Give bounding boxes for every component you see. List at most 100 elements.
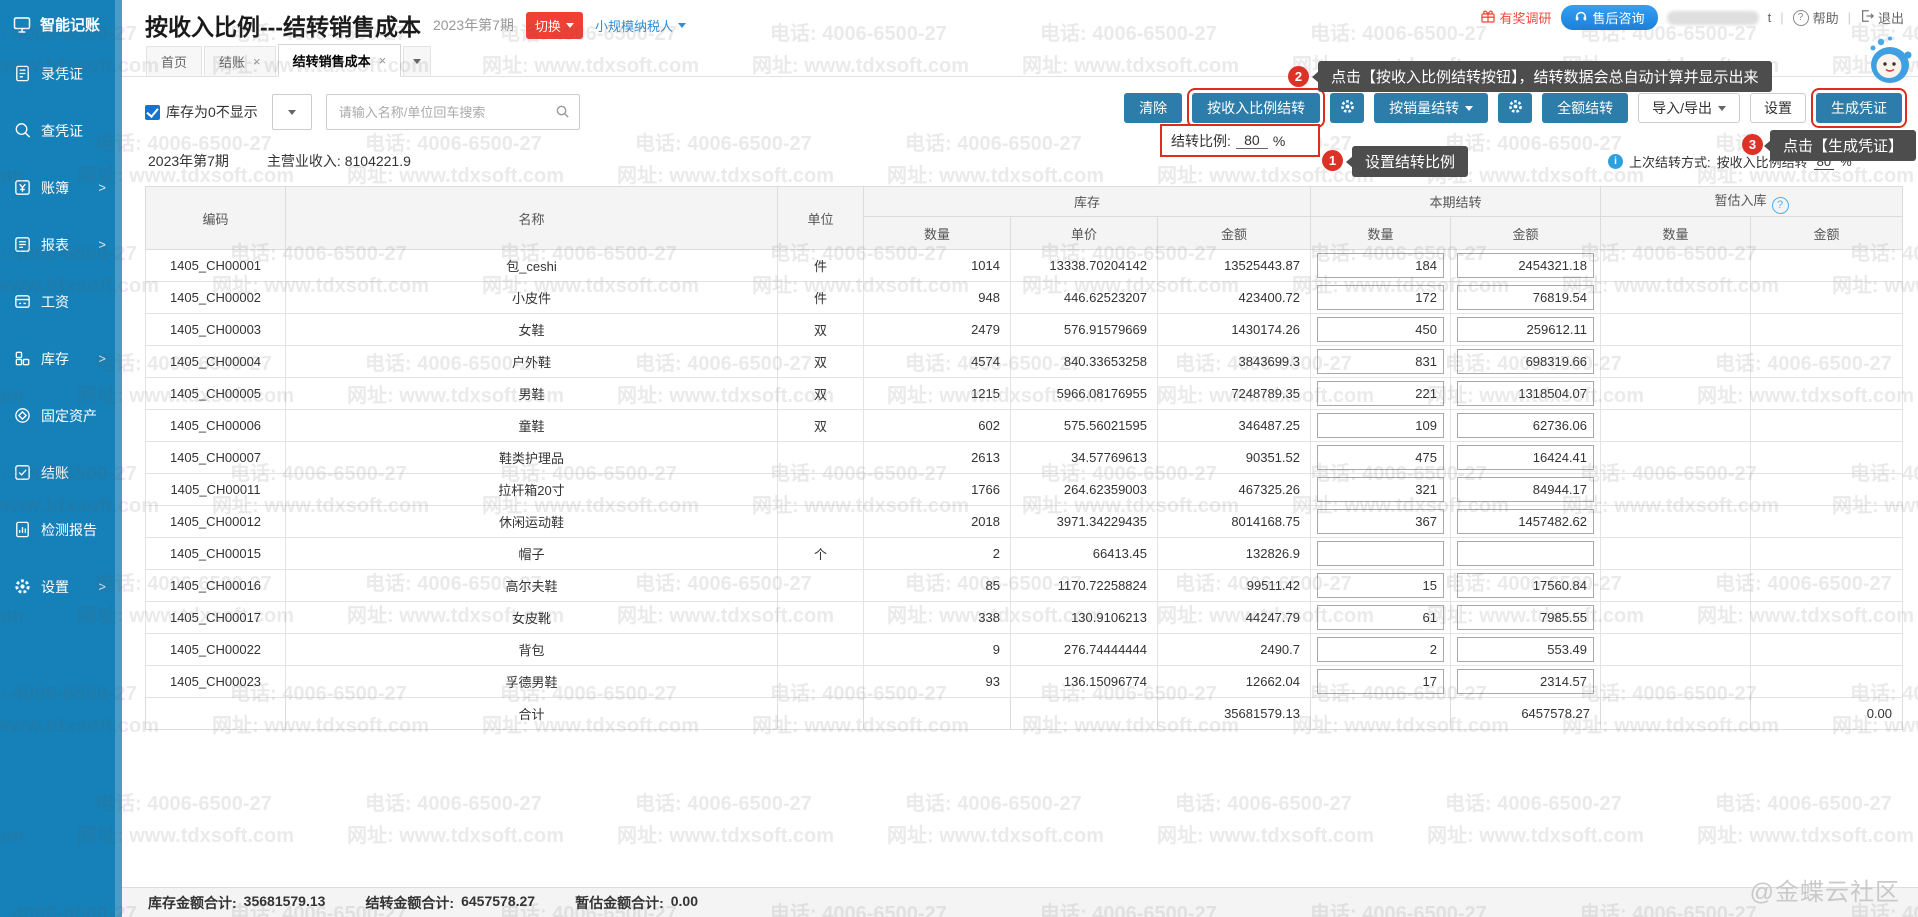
carryover-amount-input[interactable]: 17560.84 — [1457, 573, 1594, 598]
chevron-right-icon: > — [98, 351, 106, 366]
sidebar-item-settings[interactable]: 设置> — [0, 558, 122, 615]
sidebar-item-ledger[interactable]: 账簿> — [0, 159, 122, 216]
close-icon[interactable]: × — [379, 53, 387, 68]
carryover-amount-input[interactable]: 76819.54 — [1457, 285, 1594, 310]
tab-home[interactable]: 首页 — [146, 46, 202, 76]
carryover-qty-input[interactable]: 15 — [1317, 573, 1444, 598]
cell-inv-amount: 346487.25 — [1158, 410, 1311, 442]
carryover-amount-input[interactable]: 1318504.07 — [1457, 381, 1594, 406]
cell-inv-amount: 467325.26 — [1158, 474, 1311, 506]
search-icon — [555, 104, 570, 124]
tab-list-dropdown-button[interactable] — [403, 46, 431, 76]
carryover-amount-input[interactable]: 2314.57 — [1457, 669, 1594, 694]
carryover-qty-input[interactable] — [1317, 541, 1444, 566]
sidebar-item-search-voucher[interactable]: 查凭证 — [0, 102, 122, 159]
sidebar-item-salary[interactable]: 工资 — [0, 273, 122, 330]
sidebar-item-fixed-assets[interactable]: 固定资产 — [0, 387, 122, 444]
filter-dropdown-button[interactable] — [272, 94, 312, 130]
cell-est-amount — [1751, 634, 1903, 666]
tab-carryover-cost[interactable]: 结转销售成本× — [278, 44, 402, 77]
cell-name: 拉杆箱20寸 — [286, 474, 778, 506]
cell-est-qty — [1601, 410, 1751, 442]
cell-inv-price: 446.62523207 — [1011, 282, 1158, 314]
help-circle-icon[interactable]: ? — [1772, 197, 1789, 214]
carryover-qty-input[interactable]: 367 — [1317, 509, 1444, 534]
import-export-button[interactable]: 导入/导出 — [1638, 93, 1740, 123]
step-1-tooltip: 设置结转比例 — [1352, 146, 1468, 177]
sidebar-item-label: 查凭证 — [41, 121, 83, 141]
sales-settings-button[interactable] — [1498, 93, 1532, 123]
taxpayer-type-link[interactable]: 小规模纳税人 — [595, 16, 686, 35]
sidebar-item-check-report[interactable]: 检测报告 — [0, 501, 122, 558]
carryover-amount-input[interactable] — [1457, 541, 1594, 566]
carryover-qty-input[interactable]: 184 — [1317, 253, 1444, 278]
cell-inv-qty: 1766 — [864, 474, 1011, 506]
carryover-amount-input[interactable]: 7985.55 — [1457, 605, 1594, 630]
cell-name: 女鞋 — [286, 314, 778, 346]
cell-trans-amount: 62736.06 — [1451, 410, 1601, 442]
sidebar-item-reports[interactable]: 报表> — [0, 216, 122, 273]
cell-unit — [778, 442, 864, 474]
carryover-qty-input[interactable]: 475 — [1317, 445, 1444, 470]
carryover-qty-input[interactable]: 61 — [1317, 605, 1444, 630]
cell-est-amount — [1751, 442, 1903, 474]
tab-closing[interactable]: 结账× — [204, 46, 276, 76]
carryover-amount-input[interactable]: 698319.66 — [1457, 349, 1594, 374]
logout-link[interactable]: 退出 — [1860, 8, 1904, 27]
cell-name: 包_ceshi — [286, 250, 778, 282]
cell-trans-amount: 2454321.18 — [1451, 250, 1601, 282]
income-ratio-settings-button[interactable] — [1330, 93, 1364, 123]
smart-bookkeeping-icon — [12, 15, 32, 35]
close-icon[interactable]: × — [253, 54, 261, 69]
full-amount-carryover-button[interactable]: 全额结转 — [1542, 93, 1628, 123]
carryover-by-income-ratio-button[interactable]: 按收入比例结转 — [1192, 93, 1320, 123]
cell-code: 1405_CH00023 — [146, 666, 286, 698]
carryover-amount-input[interactable]: 84944.17 — [1457, 477, 1594, 502]
sidebar-item-entry-voucher[interactable]: 录凭证 — [0, 45, 122, 102]
inventory-amount-total: 35681579.13 — [244, 893, 326, 913]
help-link[interactable]: ? 帮助 — [1793, 8, 1839, 27]
cell-inv-qty: 602 — [864, 410, 1011, 442]
clear-button[interactable]: 清除 — [1124, 93, 1182, 123]
info-icon[interactable]: i — [1608, 154, 1623, 169]
cell-trans-amount: 17560.84 — [1451, 570, 1601, 602]
search-input[interactable] — [337, 96, 551, 128]
switch-period-button[interactable]: 切换 — [526, 12, 583, 39]
sidebar-item-inventory[interactable]: 库存> — [0, 330, 122, 387]
cell-inv-amount: 132826.9 — [1158, 538, 1311, 570]
generate-voucher-button[interactable]: 生成凭证 — [1816, 93, 1902, 123]
status-bar: 库存金额合计:35681579.13 结转金额合计:6457578.27 暂估金… — [122, 887, 1918, 917]
cell-est-qty — [1601, 250, 1751, 282]
carryover-qty-input[interactable]: 2 — [1317, 637, 1444, 662]
survey-link[interactable]: 有奖调研 — [1480, 8, 1552, 27]
cell-name: 鞋类护理品 — [286, 442, 778, 474]
carryover-by-sales-button[interactable]: 按销量结转 — [1374, 93, 1488, 123]
hide-zero-stock-checkbox[interactable] — [145, 105, 160, 120]
settings-button[interactable]: 设置 — [1750, 93, 1806, 123]
cell-est-qty — [1601, 602, 1751, 634]
table-row: 1405_CH00004户外鞋双4574840.336532583843699.… — [146, 346, 1903, 378]
cell-code: 1405_CH00017 — [146, 602, 286, 634]
carryover-amount-input[interactable]: 62736.06 — [1457, 413, 1594, 438]
carryover-qty-input[interactable]: 321 — [1317, 477, 1444, 502]
inventory-table: 编码 名称 单位 库存 本期结转 暂估入库? 数量 单价 金额 数量 金额 数量… — [145, 186, 1903, 730]
sidebar-item-closing[interactable]: 结账 — [0, 444, 122, 501]
ratio-input[interactable]: 80 — [1236, 132, 1268, 149]
total-inv-price — [1011, 698, 1158, 730]
carryover-amount-input[interactable]: 259612.11 — [1457, 317, 1594, 342]
carryover-amount-input[interactable]: 553.49 — [1457, 637, 1594, 662]
carryover-qty-input[interactable]: 172 — [1317, 285, 1444, 310]
carryover-qty-input[interactable]: 17 — [1317, 669, 1444, 694]
carryover-qty-input[interactable]: 831 — [1317, 349, 1444, 374]
assistant-mascot[interactable] — [1862, 34, 1914, 93]
sidebar-scrollbar[interactable] — [115, 0, 122, 917]
cell-code: 1405_CH00007 — [146, 442, 286, 474]
carryover-amount-input[interactable]: 2454321.18 — [1457, 253, 1594, 278]
carryover-qty-input[interactable]: 221 — [1317, 381, 1444, 406]
carryover-qty-input[interactable]: 109 — [1317, 413, 1444, 438]
carryover-amount-input[interactable]: 16424.41 — [1457, 445, 1594, 470]
cell-name: 童鞋 — [286, 410, 778, 442]
carryover-qty-input[interactable]: 450 — [1317, 317, 1444, 342]
carryover-amount-input[interactable]: 1457482.62 — [1457, 509, 1594, 534]
after-sales-support-button[interactable]: 售后咨询 — [1561, 5, 1658, 30]
